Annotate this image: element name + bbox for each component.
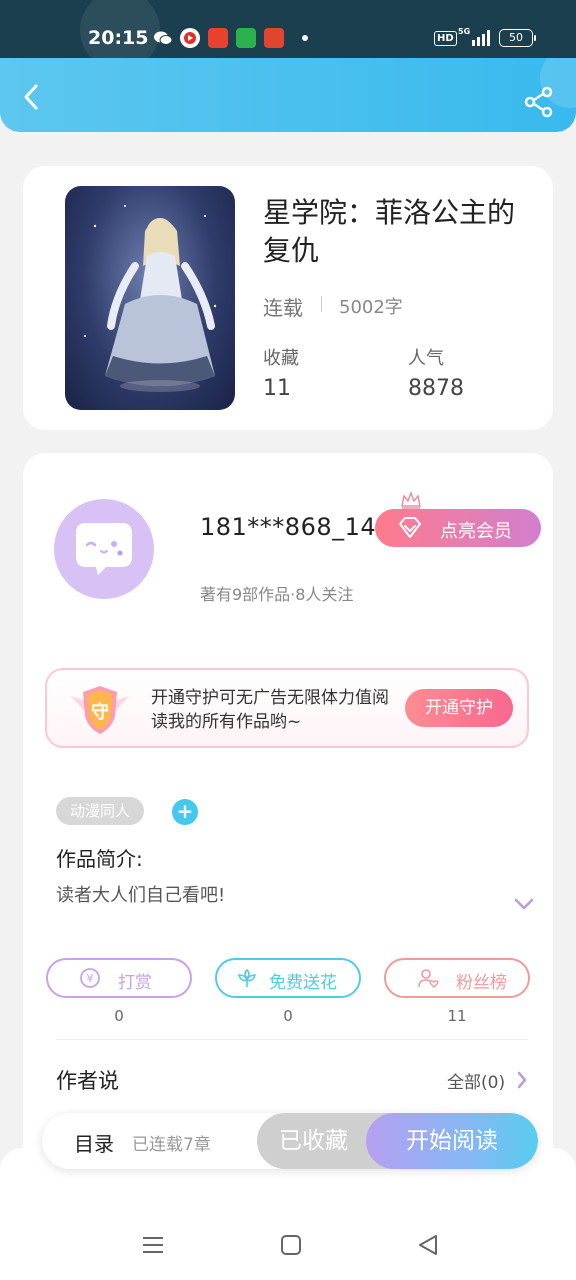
status-bar: 20:15 HD 5G 50: [0, 0, 576, 70]
cover-illustration: [84, 205, 217, 392]
flower-count: 0: [283, 1007, 293, 1025]
start-reading-button[interactable]: 开始阅读: [366, 1113, 538, 1169]
app-icon-news: [264, 28, 284, 48]
vip-label: 点亮会员: [440, 521, 512, 542]
notification-dot: [302, 35, 308, 41]
intro-text: 读者大人们自己看吧!: [56, 885, 226, 906]
author-name[interactable]: 181***868_14...: [200, 513, 401, 541]
wechat-icon: [153, 28, 173, 48]
crown-icon: [401, 491, 421, 509]
book-info-card: 星学院：菲洛公主的复仇 连载 5002字 收藏 11 人气 8878: [23, 166, 553, 430]
guard-text: 开通守护可无广告无限体力值阅读我的所有作品哟~: [151, 688, 389, 732]
toutiao-icon: [208, 28, 228, 48]
chat-bubble-icon: [76, 523, 132, 575]
send-flower-label: 免费送花: [269, 973, 337, 993]
status-time: 20:15: [88, 27, 149, 49]
fan-count: 11: [447, 1007, 467, 1025]
see-all-link[interactable]: 全部(0): [447, 1068, 505, 1093]
chevron-down-icon[interactable]: [513, 897, 535, 911]
chevron-right-icon[interactable]: [516, 1070, 528, 1090]
chevron-left-icon[interactable]: [16, 82, 46, 112]
app-icon-red: [180, 28, 200, 48]
book-cover[interactable]: [65, 186, 235, 410]
book-title: 星学院：菲洛公主的复仇: [263, 196, 516, 267]
home-icon[interactable]: [278, 1232, 304, 1258]
author-meta: 著有9部作品·8人关注: [200, 585, 354, 604]
book-status: 连载: [263, 296, 303, 320]
vip-button[interactable]: 点亮会员: [375, 491, 541, 547]
guard-shield-icon: 守: [71, 686, 129, 734]
tip-count: 0: [114, 1007, 124, 1025]
toc-button[interactable]: 目录: [74, 1128, 114, 1157]
author-detail-card: 181***868_14... 著有9部作品·8人关注 点亮会员 守 开通守护可…: [23, 453, 553, 1153]
add-tag-button[interactable]: +: [172, 799, 198, 825]
share-icon[interactable]: [523, 86, 555, 118]
send-flower-button[interactable]: 免费送花: [215, 958, 361, 998]
header: [0, 58, 576, 132]
popularity-value: 8878: [408, 376, 464, 401]
author-says-title: 作者说: [56, 1069, 119, 1093]
back-nav-icon[interactable]: [415, 1232, 441, 1258]
battery-icon: 50: [499, 29, 536, 47]
avatar[interactable]: [54, 499, 154, 599]
chapter-count: 已连载7章: [132, 1135, 211, 1155]
tip-label: 打赏: [118, 973, 152, 993]
favorites-label: 收藏: [263, 348, 299, 369]
fan-rank-label: 粉丝榜: [456, 973, 507, 993]
app-icon-green: [236, 28, 256, 48]
fan-rank-button[interactable]: 粉丝榜: [384, 958, 530, 998]
popularity-label: 人气: [408, 348, 444, 369]
guard-badge-label: 守: [91, 701, 109, 723]
svg-text:¥: ¥: [87, 972, 94, 985]
coin-icon: ¥: [80, 968, 100, 988]
intro-title: 作品简介:: [56, 847, 143, 871]
genre-tag[interactable]: 动漫同人: [56, 797, 144, 825]
flower-icon: [237, 968, 257, 987]
user-heart-icon: [418, 969, 439, 988]
signal-icon: [472, 30, 490, 46]
diamond-icon: [399, 517, 421, 538]
divider: [56, 1039, 528, 1040]
menu-icon[interactable]: [140, 1232, 166, 1258]
guard-banner: 守 开通守护可无广告无限体力值阅读我的所有作品哟~ 开通守护: [45, 668, 529, 748]
bottom-action-bar: 目录 已连载7章 已收藏 开始阅读: [42, 1113, 538, 1169]
tip-button[interactable]: ¥ 打赏: [46, 958, 192, 998]
favorites-value: 11: [263, 376, 291, 401]
book-word-count: 5002字: [339, 297, 403, 318]
hd-icon: HD: [434, 31, 457, 46]
divider: [321, 296, 322, 312]
open-guard-button[interactable]: 开通守护: [405, 689, 513, 727]
